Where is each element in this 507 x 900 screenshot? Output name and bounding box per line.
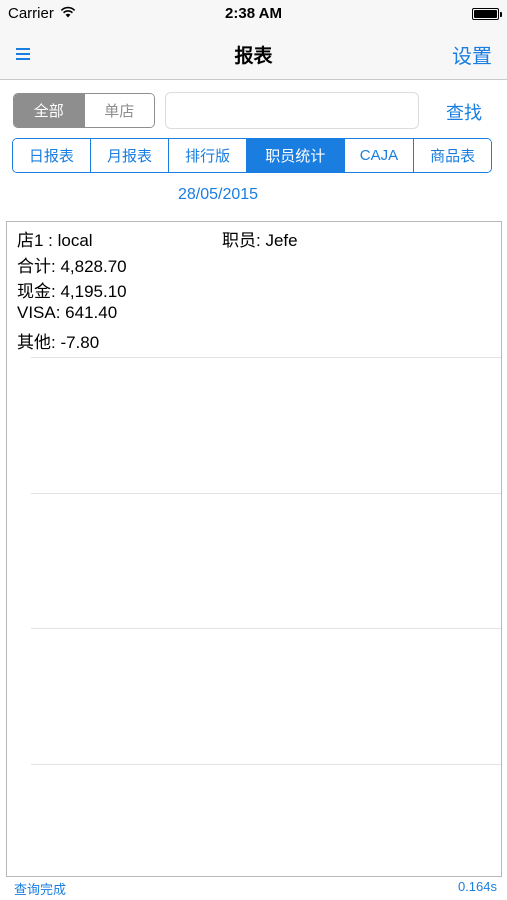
store-scope-segmented-control: 全部 单店 xyxy=(13,93,155,128)
search-button[interactable]: 查找 xyxy=(446,99,482,125)
row-divider xyxy=(31,628,501,629)
tab-caja[interactable]: CAJA xyxy=(343,139,414,172)
report-type-tabs: 日报表 月报表 排行版 职员统计 CAJA 商品表 xyxy=(12,138,492,173)
segment-all-stores[interactable]: 全部 xyxy=(14,94,84,127)
query-status-text: 查询完成 xyxy=(14,882,67,897)
visa-line: VISA: 641.40 xyxy=(17,303,118,322)
store-label: 店1 : local xyxy=(17,231,93,250)
query-elapsed-time: 0.164s xyxy=(457,879,497,894)
search-input[interactable] xyxy=(165,92,419,129)
tab-employee-stats[interactable]: 职员统计 xyxy=(246,139,344,172)
segment-single-store[interactable]: 单店 xyxy=(83,94,154,127)
status-time: 2:38 AM xyxy=(225,5,282,22)
row-divider xyxy=(31,357,501,358)
page-title: 报表 xyxy=(234,46,273,67)
navigation-bar: 报表 设置 xyxy=(0,28,507,80)
cash-line: 现金: 4,195.10 xyxy=(17,282,127,301)
tab-monthly-report[interactable]: 月报表 xyxy=(89,139,169,172)
status-bar: Carrier 2:38 AM xyxy=(0,0,507,28)
other-line: 其他: -7.80 xyxy=(17,333,100,352)
tab-daily-report[interactable]: 日报表 xyxy=(13,139,90,172)
report-panel: 店1 : local 职员: Jefe 合计: 4,828.70 现金: 4,1… xyxy=(6,221,502,877)
row-divider xyxy=(31,764,501,765)
employee-label: 职员: Jefe xyxy=(222,231,298,250)
total-line: 合计: 4,828.70 xyxy=(17,257,127,276)
tab-product-report[interactable]: 商品表 xyxy=(413,139,491,172)
tab-ranking[interactable]: 排行版 xyxy=(168,139,247,172)
battery-full-icon xyxy=(472,8,502,20)
report-date[interactable]: 28/05/2015 xyxy=(178,186,258,204)
row-divider xyxy=(31,493,501,494)
settings-button[interactable]: 设置 xyxy=(452,40,492,69)
